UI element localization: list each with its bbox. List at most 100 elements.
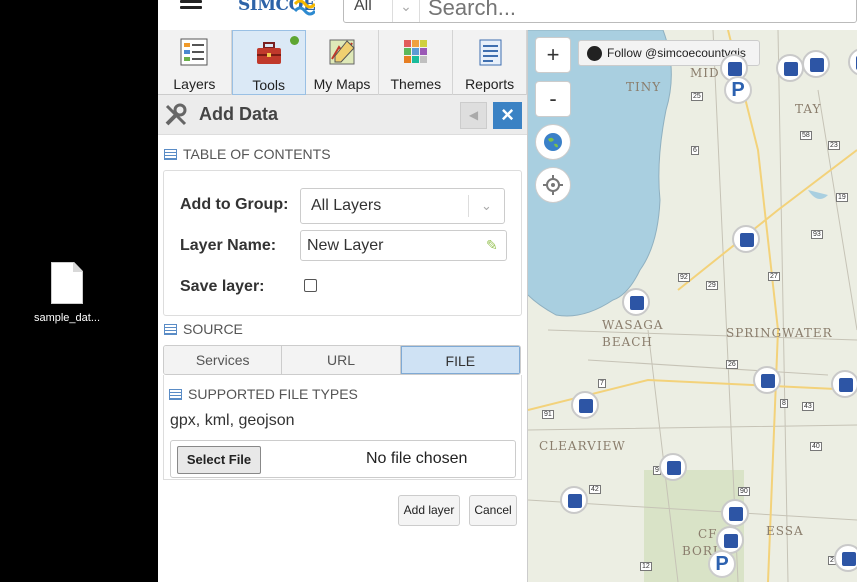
map-marker-icon[interactable] (802, 50, 830, 78)
locate-button[interactable] (535, 167, 571, 203)
road-shield: 25 (691, 92, 703, 101)
select-file-button[interactable]: Select File (177, 446, 261, 474)
desktop-file-label: sample_dat... (33, 312, 101, 324)
desktop-file-icon[interactable]: sample_dat... (24, 262, 110, 324)
tab-label: Themes (390, 76, 442, 92)
place-label: CF (698, 527, 718, 541)
map-marker-icon[interactable] (721, 499, 749, 527)
place-label: WASAGA (602, 318, 664, 332)
desktop: sample_dat... (0, 0, 158, 582)
road-shield: 42 (589, 485, 601, 494)
road-shield: 43 (802, 402, 814, 411)
file-input: Select File No file chosen (170, 440, 516, 478)
group-select[interactable]: All Layers ⌄ (300, 188, 505, 224)
layer-name-input[interactable] (300, 230, 507, 261)
tab-url[interactable]: URL (282, 346, 401, 374)
tab-themes[interactable]: Themes (379, 30, 454, 95)
tab-tools[interactable]: Tools (231, 30, 306, 95)
tab-reports[interactable]: Reports (453, 30, 527, 95)
parking-icon[interactable]: P (724, 76, 752, 104)
map-marker-icon[interactable] (622, 288, 650, 316)
tab-services[interactable]: Services (164, 346, 283, 374)
map-marker-icon[interactable] (776, 54, 804, 82)
road-shield: 26 (726, 360, 738, 369)
map-marker-icon[interactable] (560, 486, 588, 514)
map-marker-icon[interactable] (659, 453, 687, 481)
place-label: SPRINGWATER (726, 326, 833, 340)
file-status-text: No file chosen (366, 450, 468, 467)
back-button[interactable]: ◀ (460, 102, 487, 129)
map-marker-icon[interactable] (834, 544, 857, 572)
place-label: TAY (795, 102, 822, 116)
github-icon (587, 46, 602, 61)
file-icon (51, 262, 83, 304)
main-nav: Layers Tools My Maps Themes Reports (158, 30, 527, 95)
toc-form: Add to Group: All Layers ⌄ Layer Name: ✎… (163, 170, 522, 316)
mymaps-icon (329, 39, 355, 65)
section-source-heading: SOURCE (164, 321, 243, 337)
source-tabs: Services URL FILE (163, 345, 521, 375)
globe-button[interactable] (535, 124, 571, 160)
road-shield: 58 (800, 131, 812, 140)
road-shield: 23 (828, 141, 840, 150)
road-shield: 19 (836, 193, 848, 202)
add-to-group-label: Add to Group: (180, 196, 289, 213)
map-marker-icon[interactable] (732, 225, 760, 253)
road-shield: 40 (810, 442, 822, 451)
road-shield: 27 (768, 272, 780, 281)
road-shield: 92 (678, 273, 690, 282)
parking-icon[interactable]: P (708, 550, 736, 578)
tab-layers[interactable]: Layers (158, 30, 232, 95)
hamburger-menu-icon[interactable] (180, 0, 202, 12)
save-layer-checkbox[interactable] (304, 279, 317, 292)
place-label: CLEARVIEW (539, 439, 626, 453)
logo-wave-icon (293, 0, 315, 16)
tab-file[interactable]: FILE (400, 346, 520, 374)
map-marker-icon[interactable] (831, 370, 857, 398)
search-scope-select[interactable]: All (354, 0, 372, 15)
add-layer-button[interactable]: Add layer (398, 495, 460, 526)
map-marker-icon[interactable] (571, 391, 599, 419)
app-header: SIMCOE All ⌄ (158, 0, 857, 30)
map-view[interactable]: + - Follow @simcoecountygis TINY TAY WAS… (528, 30, 857, 582)
list-icon (169, 389, 182, 400)
supported-types-heading: SUPPORTED FILE TYPES (169, 386, 358, 402)
layer-name-label: Layer Name: (180, 237, 277, 254)
road-shield: 6 (691, 146, 699, 155)
road-shield: 93 (811, 230, 823, 239)
reports-icon (479, 39, 502, 66)
zoom-out-button[interactable]: - (535, 81, 571, 117)
themes-icon (403, 40, 427, 63)
close-button[interactable]: × (493, 102, 522, 129)
road-shield: 8 (780, 399, 788, 408)
zoom-in-button[interactable]: + (535, 37, 571, 73)
toolbox-icon (256, 42, 281, 64)
globe-icon (544, 133, 562, 151)
road-shield: 7 (598, 379, 606, 388)
place-label: ESSA (766, 524, 804, 538)
list-icon (164, 149, 177, 160)
road-shield: 90 (738, 487, 750, 496)
tab-label: Reports (465, 76, 515, 92)
pencil-icon: ✎ (486, 237, 498, 253)
place-label: MID (690, 66, 720, 80)
tab-my-maps[interactable]: My Maps (306, 30, 380, 95)
layers-icon (180, 38, 208, 66)
chevron-down-icon[interactable]: ⌄ (392, 0, 420, 22)
place-label: TINY (626, 80, 662, 94)
map-marker-icon[interactable] (753, 366, 781, 394)
file-source-panel: SUPPORTED FILE TYPES gpx, kml, geojson S… (163, 375, 522, 480)
page-title: Add Data (199, 104, 279, 124)
tab-label: My Maps (313, 76, 371, 92)
chevron-down-icon: ⌄ (468, 195, 504, 217)
search-bar: All ⌄ (343, 0, 857, 23)
tab-label: Tools (252, 77, 286, 93)
search-input[interactable] (428, 0, 828, 21)
road-shield: 91 (542, 410, 554, 419)
tools-icon (165, 103, 187, 126)
tab-label: Layers (173, 76, 216, 92)
cancel-button[interactable]: Cancel (469, 495, 517, 526)
tool-header: Add Data ◀ × (158, 95, 527, 135)
road-shield: 12 (640, 562, 652, 571)
place-label: BEACH (602, 335, 653, 349)
